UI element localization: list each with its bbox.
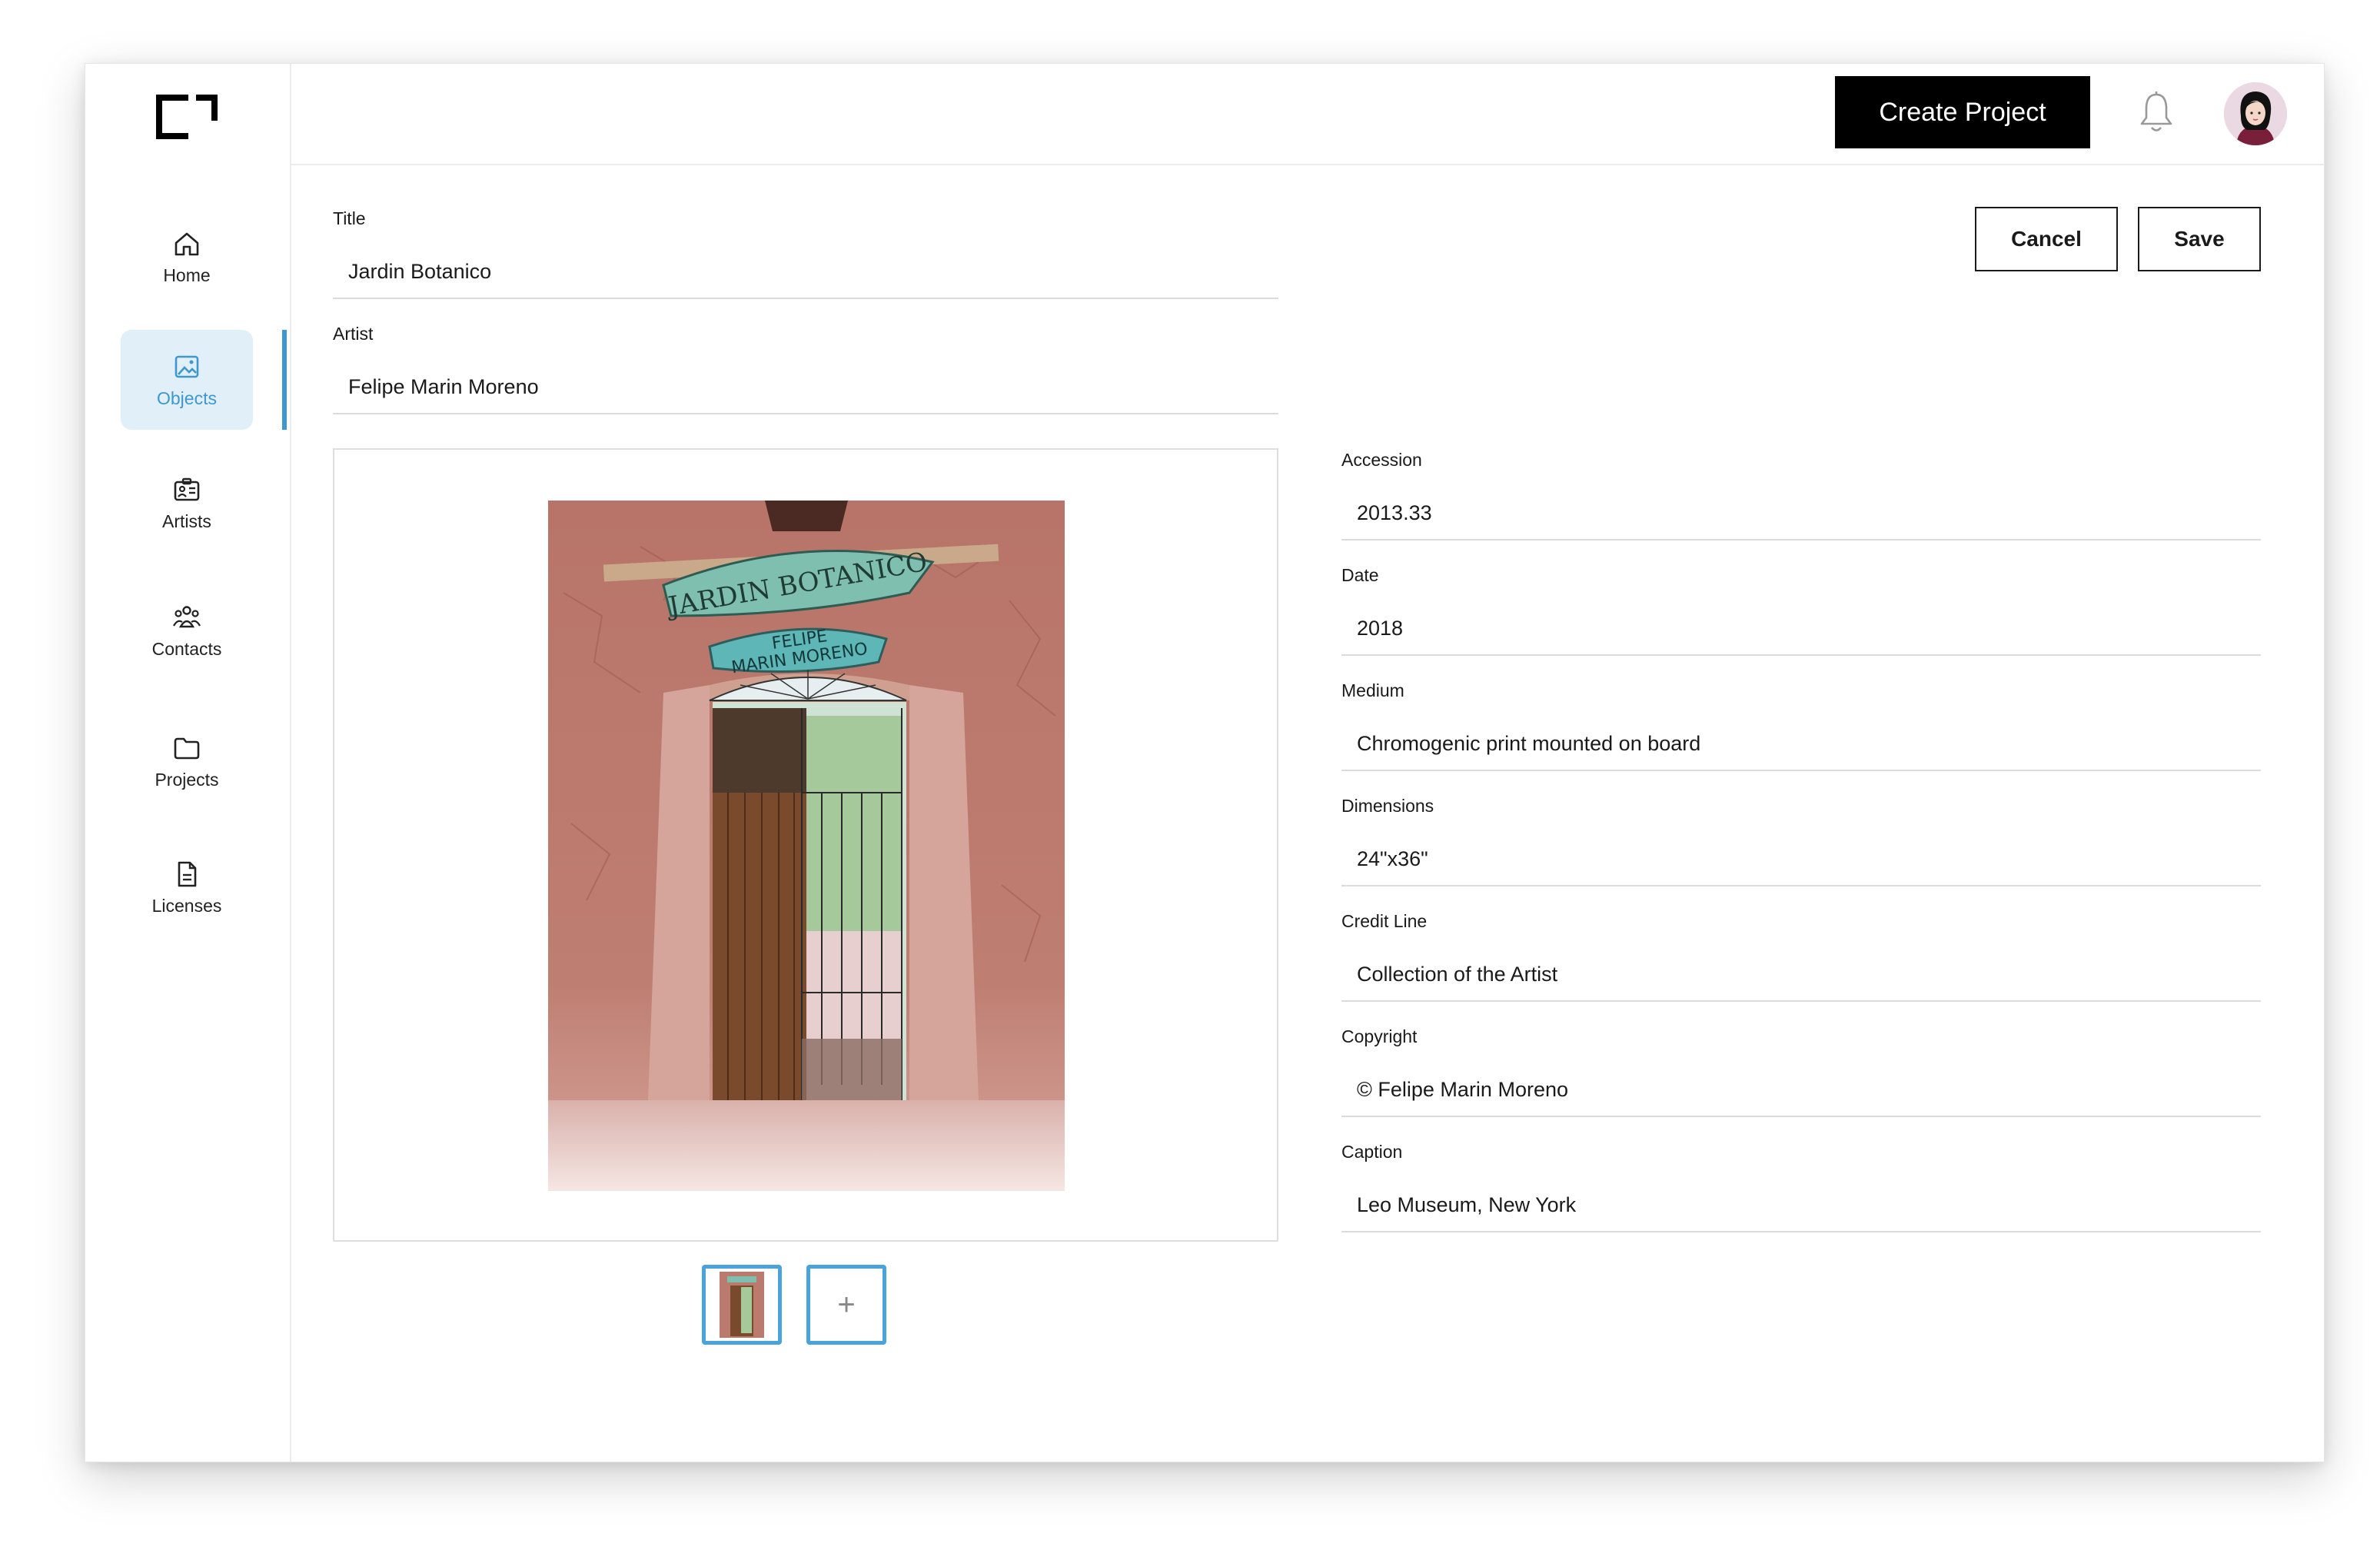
- accession-label: Accession: [1341, 450, 1422, 470]
- sidebar-item-label: Objects: [157, 388, 217, 408]
- sidebar-item-licenses[interactable]: Licenses: [121, 837, 253, 937]
- sidebar-item-contacts[interactable]: Contacts: [121, 580, 253, 680]
- save-button[interactable]: Save: [2138, 207, 2261, 271]
- date-label: Date: [1341, 565, 1379, 585]
- home-icon: [171, 228, 202, 259]
- cancel-button[interactable]: Cancel: [1975, 207, 2118, 271]
- id-card-icon: [171, 474, 202, 505]
- folder-icon: [171, 733, 202, 763]
- title-field[interactable]: Jardin Botanico: [333, 256, 1278, 299]
- app-window: Home Objects Artists Contacts Projects L…: [85, 63, 2325, 1462]
- dimensions-label: Dimensions: [1341, 796, 1434, 816]
- dimensions-field[interactable]: 24"x36": [1341, 843, 2261, 886]
- sidebar-item-label: Contacts: [151, 638, 222, 659]
- artist-field[interactable]: Felipe Marin Moreno: [333, 371, 1278, 414]
- bell-icon[interactable]: [2135, 90, 2178, 136]
- image-preview: JARDIN BOTANICO FELIPE MARIN MORENO: [333, 448, 1278, 1242]
- sidebar-item-projects[interactable]: Projects: [121, 711, 253, 811]
- document-icon: [171, 859, 202, 890]
- sidebar-item-objects[interactable]: Objects: [121, 330, 253, 430]
- active-indicator: [282, 330, 287, 430]
- copyright-label: Copyright: [1341, 1026, 1418, 1046]
- app-logo-icon[interactable]: [155, 93, 219, 141]
- medium-field[interactable]: Chromogenic print mounted on board: [1341, 728, 2261, 771]
- credit-line-field[interactable]: Collection of the Artist: [1341, 959, 2261, 1002]
- accession-field[interactable]: 2013.33: [1341, 497, 2261, 541]
- sidebar-item-label: Licenses: [151, 895, 222, 916]
- caption-label: Caption: [1341, 1142, 1403, 1162]
- user-avatar[interactable]: [2224, 82, 2287, 145]
- image-thumbnail[interactable]: [702, 1265, 782, 1345]
- sidebar-item-home[interactable]: Home: [121, 207, 253, 307]
- sidebar-item-label: Projects: [155, 769, 219, 790]
- people-icon: [171, 602, 202, 633]
- copyright-field[interactable]: © Felipe Marin Moreno: [1341, 1074, 2261, 1117]
- date-field[interactable]: 2018: [1341, 613, 2261, 656]
- artwork-photo: JARDIN BOTANICO FELIPE MARIN MORENO: [548, 501, 1065, 1191]
- credit-line-label: Credit Line: [1341, 911, 1428, 931]
- caption-field[interactable]: Leo Museum, New York: [1341, 1189, 2261, 1232]
- create-project-button[interactable]: Create Project: [1835, 76, 2090, 148]
- sidebar-item-artists[interactable]: Artists: [121, 453, 253, 553]
- title-label: Title: [333, 208, 366, 228]
- add-image-button[interactable]: +: [806, 1265, 886, 1345]
- sidebar: Home Objects Artists Contacts Projects L…: [85, 64, 291, 1462]
- image-icon: [171, 351, 202, 382]
- artist-label: Artist: [333, 324, 374, 344]
- medium-label: Medium: [1341, 680, 1404, 700]
- sidebar-item-label: Home: [163, 264, 211, 285]
- sidebar-item-label: Artists: [162, 511, 211, 531]
